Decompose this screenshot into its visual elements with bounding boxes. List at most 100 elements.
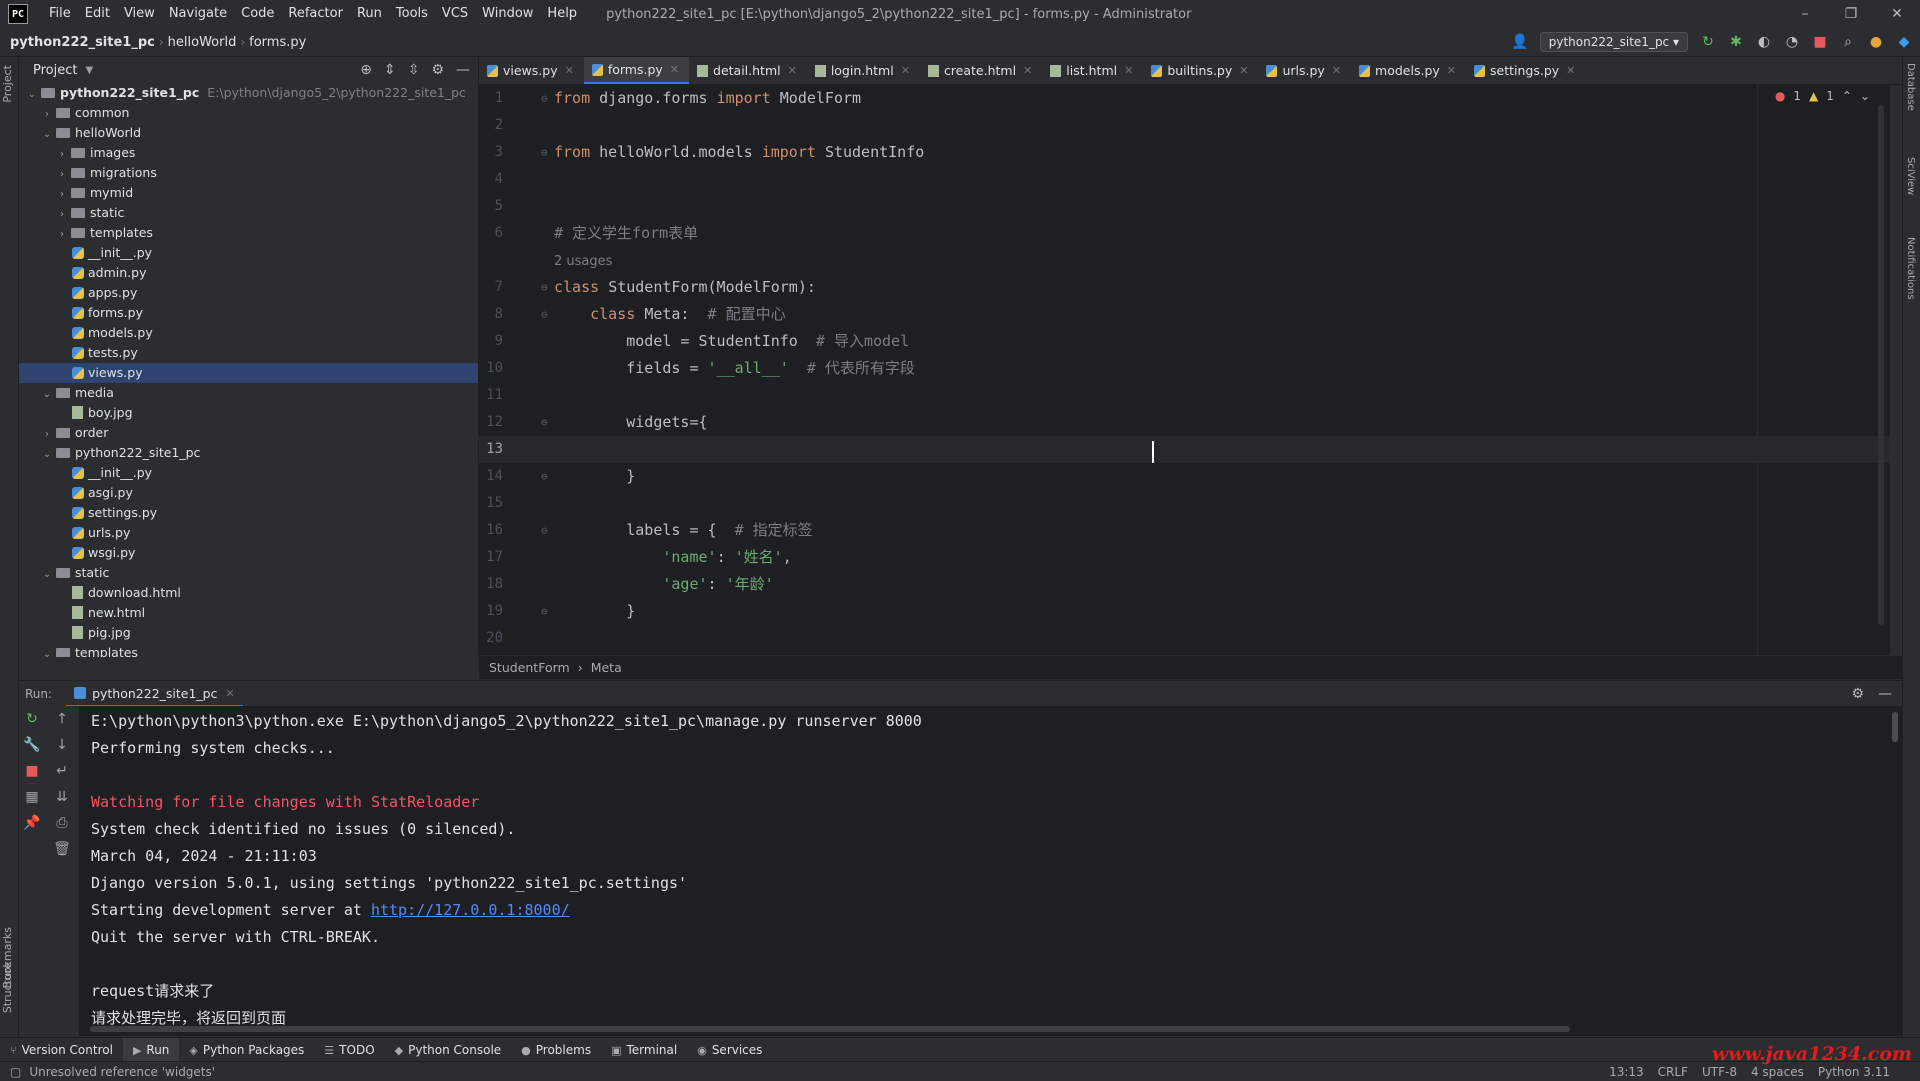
fold-icon[interactable]: ⊖ [541,274,548,301]
tool-todo[interactable]: ☰ TODO [314,1038,384,1062]
close-icon[interactable]: ✕ [565,64,574,77]
fold-icon[interactable]: ⊖ [541,463,548,490]
arrow-down-icon[interactable]: ↓ [45,732,79,758]
server-url-link[interactable]: http://127.0.0.1:8000/ [371,901,570,919]
tool-python-console[interactable]: ◆ Python Console [385,1038,512,1062]
hide-icon[interactable]: — [1878,686,1892,702]
chevron-right-icon[interactable]: › [40,105,54,125]
soft-wrap-icon[interactable]: ↵ [45,758,79,784]
next-highlight-icon[interactable]: ⌄ [1860,89,1870,103]
fold-icon[interactable]: ⊖ [541,301,548,328]
fold-icon[interactable]: ⊖ [541,517,548,544]
close-icon[interactable]: ✕ [1124,64,1133,77]
chevron-down-icon[interactable]: ⌄ [40,565,54,585]
gear-icon[interactable]: ⚙ [1851,686,1864,702]
code-editor[interactable]: 1 ⊖ from django.forms import ModelForm 2 3 ⊖ f… [479,85,1890,655]
hide-icon[interactable]: — [456,62,470,78]
notifications-tool-button[interactable]: Notifications [1905,237,1916,300]
close-icon[interactable]: ✕ [1332,64,1341,77]
close-icon[interactable]: ✕ [1239,64,1248,77]
console-vertical-scrollbar[interactable] [1892,712,1898,742]
tree-file[interactable]: __init__.py [19,463,478,483]
update-icon[interactable]: ● [1868,34,1884,50]
coverage-icon[interactable]: ◐ [1756,34,1772,50]
tree-folder[interactable]: ⌄ python222_site1_pc [19,443,478,463]
tree-file[interactable]: __init__.py [19,243,478,263]
previous-highlight-icon[interactable]: ⌃ [1842,89,1852,103]
close-icon[interactable]: ✕ [1023,64,1032,77]
tree-file[interactable]: download.html [19,583,478,603]
indent-setting[interactable]: 4 spaces [1751,1065,1804,1079]
tree-file[interactable]: admin.py [19,263,478,283]
chevron-down-icon[interactable]: ⌄ [40,125,54,145]
run-tab[interactable]: python222_site1_pc ✕ [66,681,243,707]
menu-window[interactable]: Window [475,0,540,28]
tab-forms-py[interactable]: forms.py ✕ [583,57,690,84]
tree-file[interactable]: views.py [19,363,478,383]
menu-edit[interactable]: Edit [78,0,117,28]
tree-file[interactable]: apps.py [19,283,478,303]
stop-icon[interactable]: ■ [19,758,45,784]
status-toggle-icon[interactable]: ▢ [10,1065,21,1079]
tree-folder[interactable]: › migrations [19,163,478,183]
sciview-tool-button[interactable]: SciView [1905,157,1916,195]
scroll-to-end-icon[interactable]: ⇊ [45,784,79,810]
fold-icon[interactable]: ⊖ [541,598,548,625]
expand-all-icon[interactable]: ⇕ [384,62,396,78]
tab-login-html[interactable]: login.html ✕ [807,57,920,84]
console-horizontal-scrollbar[interactable] [90,1026,1570,1032]
menu-tools[interactable]: Tools [389,0,435,28]
search-icon[interactable]: ⌕ [1840,34,1856,50]
tree-folder[interactable]: › static [19,203,478,223]
layout-icon[interactable]: ▦ [19,784,45,810]
close-icon[interactable]: ✕ [1447,64,1456,77]
menu-help[interactable]: Help [540,0,584,28]
chevron-right-icon[interactable]: › [55,185,69,205]
tree-folder[interactable]: › images [19,143,478,163]
breadcrumb-helloworld[interactable]: helloWorld [164,35,241,50]
tab-views-py[interactable]: views.py ✕ [479,57,584,84]
tree-folder[interactable]: › mymid [19,183,478,203]
chevron-down-icon[interactable]: ▼ [85,65,93,76]
chevron-right-icon[interactable]: › [55,225,69,245]
status-message[interactable]: Unresolved reference 'widgets' [29,1065,215,1079]
profile-icon[interactable]: ◔ [1784,34,1800,50]
menu-vcs[interactable]: VCS [435,0,475,28]
structure-tool-button[interactable]: Structure [1,962,14,1013]
tree-file[interactable]: new.html [19,603,478,623]
tree-file[interactable]: models.py [19,323,478,343]
stop-icon[interactable]: ■ [1812,34,1828,50]
rerun-icon[interactable]: ↻ [19,706,45,732]
project-view-select[interactable]: Project [33,63,77,78]
tree-file[interactable]: settings.py [19,503,478,523]
tree-folder[interactable]: ⌄ python222_site1_pc E:\python\django5_2\p… [19,83,478,103]
menu-file[interactable]: File [42,0,78,28]
chevron-right-icon[interactable]: › [55,205,69,225]
tab-settings-py[interactable]: settings.py ✕ [1466,57,1585,84]
menu-view[interactable]: View [117,0,162,28]
database-tool-button[interactable]: Database [1905,63,1916,111]
menu-code[interactable]: Code [234,0,281,28]
caret-position[interactable]: 13:13 [1609,1065,1644,1079]
run-configuration-select[interactable]: python222_site1_pc ▾ [1539,32,1688,52]
menu-refactor[interactable]: Refactor [281,0,350,28]
debug-icon[interactable]: ✱ [1728,34,1744,50]
run-console[interactable]: E:\python\python3\python.exe E:\python\d… [80,706,1902,1036]
tree-file[interactable]: asgi.py [19,483,478,503]
pycharm-logo-icon[interactable]: PC [8,4,28,24]
gear-icon[interactable]: ⚙ [431,62,444,78]
tree-folder[interactable]: › common [19,103,478,123]
editor-scrollbar[interactable] [1878,105,1884,625]
tree-file[interactable]: pig.jpg [19,623,478,643]
tab-create-html[interactable]: create.html ✕ [920,57,1042,84]
line-separator[interactable]: CRLF [1658,1065,1688,1079]
tree-folder[interactable]: ⌄ static [19,563,478,583]
tool-version-control[interactable]: ⑂ Version Control [0,1038,123,1062]
close-icon[interactable]: ✕ [670,63,679,76]
user-icon[interactable]: 👤 [1511,34,1528,50]
arrow-up-icon[interactable]: ↑ [45,706,79,732]
tree-folder[interactable]: ⌄ templates [19,643,478,657]
tree-file[interactable]: forms.py [19,303,478,323]
trash-icon[interactable]: 🗑 [45,836,79,862]
collapse-all-icon[interactable]: ⇳ [408,62,420,78]
